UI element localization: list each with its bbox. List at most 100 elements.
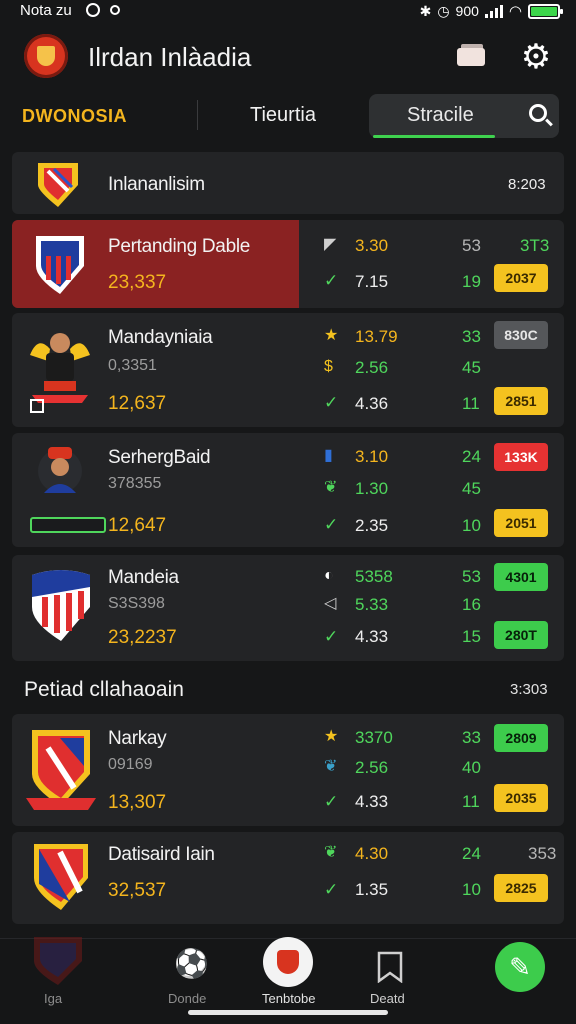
team-sub: 0,3351 <box>108 357 157 374</box>
match-card[interactable]: Narkay 09169 13,307 ★ 3370 33 2809 ❦ 2.5… <box>12 714 564 826</box>
team-crest-icon <box>32 570 90 641</box>
odds-count: 53 <box>462 236 481 255</box>
search-icon[interactable] <box>529 104 547 122</box>
team-badge <box>30 399 44 413</box>
cards-icon[interactable] <box>455 44 487 68</box>
crest-icon <box>34 937 82 985</box>
odds-count: 45 <box>462 358 481 377</box>
odds-pill[interactable]: 2825 <box>494 874 548 902</box>
app-logo[interactable] <box>24 34 68 78</box>
nav-item-iga[interactable]: Iga <box>28 935 92 1021</box>
odds-pill[interactable]: 2051 <box>494 509 548 537</box>
team-crest-icon <box>36 236 84 294</box>
leaf-icon: ❦ <box>324 758 338 775</box>
odds-value: 3.10 <box>355 447 389 466</box>
status-time: Nota zu <box>20 2 72 19</box>
odds-count: 24 <box>462 844 481 863</box>
status-right: ✱ ◷ 900 ◠ <box>419 2 563 20</box>
team-name: SerhergBaid <box>108 447 211 468</box>
match-card[interactable]: Pertanding Dable 23,337 ◤ 3.30 53 3T3 ✓ … <box>12 220 564 308</box>
odds-value: 4.33 <box>355 627 389 646</box>
signal-icon <box>484 4 503 18</box>
team-price: 12,637 <box>108 393 167 414</box>
odds-pill[interactable]: 2809 <box>494 724 548 752</box>
team-price: 12,647 <box>108 515 167 536</box>
odds-pill[interactable]: 2037 <box>494 264 548 292</box>
team-mascot-icon <box>30 333 90 403</box>
bottle-icon: ▮ <box>324 447 333 464</box>
team-crest-icon <box>26 730 96 810</box>
star-icon: ★ <box>324 327 339 344</box>
odds-value: 1.35 <box>355 880 389 899</box>
odds-value: 13.79 <box>355 327 398 346</box>
nav-label: Tenbtobe <box>262 991 316 1006</box>
app-bar: Ilrdan Inlàadia ⚙ <box>0 28 576 88</box>
tab-divider <box>197 100 198 130</box>
check-icon: ✓ <box>324 880 339 899</box>
team-name: Mandayniaia <box>108 327 213 348</box>
odds-pill[interactable]: 2035 <box>494 784 548 812</box>
match-card[interactable]: SerhergBaid 378355 12,647 ▮ 3.10 24 133K… <box>12 433 564 547</box>
odds-value: 4.36 <box>355 394 389 413</box>
odds-count: 40 <box>462 758 481 777</box>
team-sub: 09169 <box>108 756 153 773</box>
notification-icon <box>86 3 100 17</box>
league-name: Inlananlisim <box>108 174 205 195</box>
team-name: Narkay <box>108 728 167 749</box>
odds-count: 33 <box>462 327 481 346</box>
odds-value: 4.30 <box>355 844 389 863</box>
odds-value: 5.33 <box>355 595 389 614</box>
league-header[interactable]: Inlananlisim 8:203 <box>12 152 564 214</box>
odds-pill[interactable]: 4301 <box>494 563 548 591</box>
tab-middle[interactable]: Tieurtia <box>250 104 316 127</box>
check-icon: ✓ <box>324 393 339 412</box>
active-tab-indicator <box>373 135 495 138</box>
team-name: Datisaird Iain <box>108 844 215 865</box>
odds-count: 10 <box>462 880 481 899</box>
battery-icon <box>528 3 563 19</box>
dollar-icon: $ <box>324 358 333 375</box>
bluetooth-icon: ✱ <box>419 2 432 19</box>
edit-fab-icon[interactable]: ✎ <box>495 942 545 992</box>
odds-count: 11 <box>462 394 480 413</box>
team-name: Mandeia <box>108 567 179 588</box>
ball-icon: ⚽ <box>174 948 209 979</box>
odds-value: 3370 <box>355 728 393 747</box>
star-icon: ★ <box>324 728 339 745</box>
team-badge <box>30 517 106 533</box>
odds-extra: 353 <box>528 844 557 863</box>
odds-pill[interactable]: 830C <box>494 321 548 349</box>
check-icon: ✓ <box>324 271 339 290</box>
team-price: 13,307 <box>108 792 167 813</box>
check-icon: ✓ <box>324 792 339 811</box>
leaf-icon: ❦ <box>324 479 338 496</box>
odds-value: 1.30 <box>355 479 389 498</box>
match-card[interactable]: Datisaird Iain 32,537 ❦ 4.30 24 353 ✓ 1.… <box>12 832 564 924</box>
team-price: 23,337 <box>108 272 167 293</box>
odds-value: 5358 <box>355 567 393 586</box>
league-crest-icon <box>38 163 78 207</box>
odds-value: 2.56 <box>355 358 389 377</box>
team-sub: 378355 <box>108 475 162 492</box>
odds-count: 15 <box>462 627 481 646</box>
gear-icon[interactable]: ⚙ <box>519 40 553 74</box>
match-card[interactable]: Mandeia S3S398 23,2237 ◐ 5358 53 4301 ◁ … <box>12 555 564 661</box>
wifi-icon: ◠ <box>508 3 522 20</box>
odds-value: 4.33 <box>355 792 389 811</box>
odds-pill[interactable]: 280T <box>494 621 548 649</box>
odds-count: 16 <box>462 595 481 614</box>
team-price: 23,2237 <box>108 627 177 648</box>
section-time: 3:303 <box>510 681 548 698</box>
tab-search[interactable]: Stracile <box>369 94 559 138</box>
odds-count: 33 <box>462 728 481 747</box>
odds-count: 19 <box>462 272 481 291</box>
league-time: 8:203 <box>508 176 546 193</box>
odds-pill[interactable]: 133K <box>494 443 548 471</box>
odds-value: 2.35 <box>355 516 389 535</box>
status-right-text: 900 <box>455 3 479 19</box>
tab-country[interactable]: DWONOSIA <box>22 106 127 127</box>
match-card[interactable]: Mandayniaia 0,3351 12,637 ★ 13.79 33 830… <box>12 313 564 427</box>
odds-count: 11 <box>462 792 480 811</box>
check-icon: ✓ <box>324 515 339 534</box>
odds-pill[interactable]: 2851 <box>494 387 548 415</box>
